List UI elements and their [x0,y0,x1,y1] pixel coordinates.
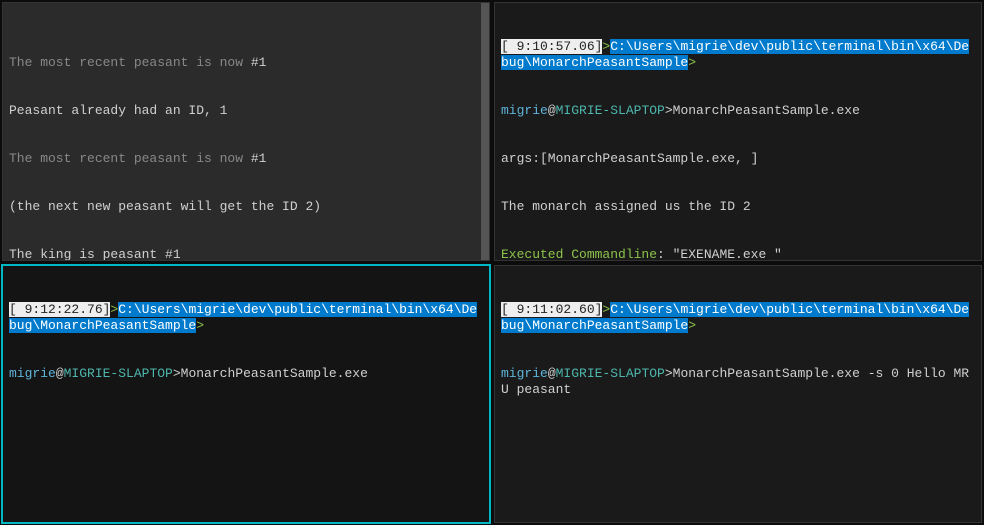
executed-label: Executed Commandline [501,247,657,261]
prompt-time: [ 9:12:22.76] [9,302,110,317]
scrollbar[interactable] [481,3,489,260]
prompt-user-line: migrie@MIGRIE-SLAPTOP>MonarchPeasantSamp… [501,366,975,398]
prompt-time: [ 9:11:02.60] [501,302,602,317]
prompt-user-line: migrie@MIGRIE-SLAPTOP>MonarchPeasantSamp… [9,366,483,382]
prompt: [ 9:10:57.06]>C:\Users\migrie\dev\public… [501,39,975,71]
terminal-pane-top-left[interactable]: The most recent peasant is now #1 Peasan… [2,2,490,261]
prompt-time: [ 9:10:57.06] [501,39,602,54]
log-line: (the next new peasant will get the ID 2) [9,199,483,215]
log-value: #1 [251,151,267,166]
log-line: The king is peasant #1 [9,247,483,261]
log-line: The most recent peasant is now [9,55,251,70]
prompt-user: migrie [501,103,548,118]
log-line: The most recent peasant is now [9,151,251,166]
prompt-host: MIGRIE-SLAPTOP [64,366,173,381]
prompt: [ 9:12:22.76]>C:\Users\migrie\dev\public… [9,302,483,334]
log-line: Peasant already had an ID, 1 [9,103,483,119]
prompt-user: migrie [501,366,548,381]
executed-value: : "EXENAME.exe " [657,247,782,261]
prompt-user: migrie [9,366,56,381]
prompt-user-line: migrie@MIGRIE-SLAPTOP>MonarchPeasantSamp… [501,103,975,119]
terminal-pane-bottom-right[interactable]: [ 9:11:02.60]>C:\Users\migrie\dev\public… [494,265,982,524]
prompt-host: MIGRIE-SLAPTOP [556,366,665,381]
prompt-cmd: MonarchPeasantSample.exe [181,366,368,381]
log-line: args:[MonarchPeasantSample.exe, ] [501,151,975,167]
prompt: [ 9:11:02.60]>C:\Users\migrie\dev\public… [501,302,975,334]
terminal-pane-top-right[interactable]: [ 9:10:57.06]>C:\Users\migrie\dev\public… [494,2,982,261]
terminal-pane-bottom-left[interactable]: [ 9:12:22.76]>C:\Users\migrie\dev\public… [2,265,490,524]
log-line: The monarch assigned us the ID 2 [501,199,975,215]
prompt-host: MIGRIE-SLAPTOP [556,103,665,118]
prompt-cmd: MonarchPeasantSample.exe [673,103,860,118]
log-value: #1 [251,55,267,70]
